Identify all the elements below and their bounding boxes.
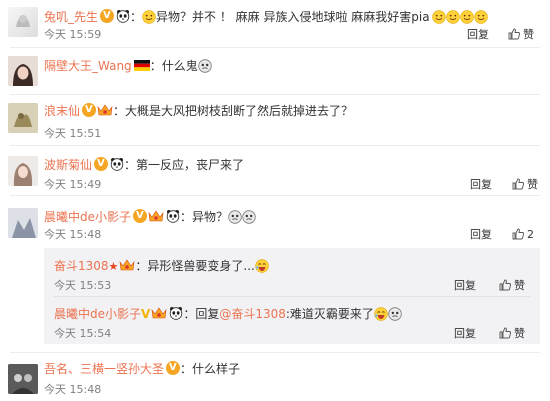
like-button[interactable]: 2 bbox=[512, 228, 534, 242]
like-button[interactable]: 赞 bbox=[499, 279, 525, 293]
avatar[interactable] bbox=[8, 56, 38, 86]
comment-text: ：回复 bbox=[183, 307, 220, 321]
reply-button[interactable]: 回复 bbox=[470, 178, 492, 192]
thumbs-up-icon bbox=[499, 279, 511, 291]
mention-link[interactable]: @奋斗1308 bbox=[219, 307, 286, 321]
comment-text: ：异物？ bbox=[180, 210, 229, 224]
star-icon: ★ bbox=[108, 260, 119, 273]
verified-badge-icon bbox=[133, 209, 148, 223]
username[interactable]: 兔叽_先生 bbox=[44, 10, 98, 24]
avatar[interactable] bbox=[8, 103, 38, 133]
verified-badge-icon bbox=[166, 361, 181, 375]
comment-item: 兔叽_先生：异物？并不 ！ 麻麻 异族入侵地球啦 麻麻我好害pia 今天 15:… bbox=[0, 0, 550, 48]
comment-text: 异物？并不 ！ 麻麻 异族入侵地球啦 麻麻我好害pia bbox=[156, 10, 430, 24]
reply-thread: 奋斗1308★ ：异形怪兽要变身了... 今天 15:53 回复 赞 晨曦中de小… bbox=[44, 248, 540, 344]
reply-button[interactable]: 回复 bbox=[470, 228, 492, 242]
username[interactable]: 吾名、三横一竖孙大圣 bbox=[44, 362, 164, 376]
avatar[interactable] bbox=[8, 364, 38, 394]
emoji-smile-icon bbox=[430, 10, 488, 24]
comment-text: ：什么样子 bbox=[180, 362, 241, 376]
comment-text: ：异形怪兽要变身了... bbox=[135, 259, 255, 273]
emoji-grey-face-icon bbox=[228, 210, 256, 224]
username[interactable]: 晨曦中de小影子 bbox=[54, 307, 141, 321]
emoji-grey-face-icon bbox=[388, 307, 402, 321]
thumbs-up-icon bbox=[508, 28, 520, 40]
username[interactable]: 奋斗1308 bbox=[54, 259, 109, 273]
comment-text: ：第一反应，丧尸来了 bbox=[124, 158, 245, 172]
timestamp: 今天 15:49 bbox=[44, 178, 102, 191]
thumbs-up-icon bbox=[499, 327, 511, 339]
reply-button[interactable]: 回复 bbox=[454, 327, 476, 341]
reply-button[interactable]: 回复 bbox=[467, 28, 489, 42]
timestamp: 今天 15:53 bbox=[54, 279, 112, 292]
crown-icon bbox=[147, 210, 164, 224]
like-button[interactable]: 赞 bbox=[512, 178, 538, 192]
verified-badge-icon bbox=[82, 103, 97, 117]
username[interactable]: 晨曦中de小影子 bbox=[44, 210, 131, 224]
comment-item: 晨曦中de小影子 ：异物？ 今天 15:48 回复 2 bbox=[0, 196, 550, 248]
crown-icon bbox=[150, 307, 167, 321]
comment-item: 隔壁大王_Wang ：什么鬼 bbox=[0, 48, 550, 95]
comment-text: ：什么鬼 bbox=[149, 59, 198, 73]
emoji-smile-icon bbox=[142, 10, 156, 24]
timestamp: 今天 15:48 bbox=[44, 228, 102, 241]
avatar[interactable] bbox=[8, 7, 38, 37]
username[interactable]: 波斯菊仙 bbox=[44, 158, 92, 172]
timestamp: 今天 15:54 bbox=[54, 327, 112, 340]
like-button[interactable]: 赞 bbox=[499, 327, 525, 341]
panda-icon bbox=[164, 210, 180, 224]
emoji-laugh-icon bbox=[255, 259, 269, 273]
emoji-laugh-icon bbox=[374, 307, 388, 321]
panda-icon bbox=[108, 158, 124, 172]
thumbs-up-icon bbox=[512, 178, 524, 190]
comment-item: 波斯菊仙 ：第一反应，丧尸来了 今天 15:49 回复 赞 bbox=[0, 146, 550, 196]
like-label: 赞 bbox=[514, 279, 525, 292]
comment-item: 吾名、三横一竖孙大圣 ：什么样子 今天 15:48 bbox=[0, 354, 550, 401]
verified-badge-icon bbox=[100, 9, 115, 23]
verified-badge-icon bbox=[94, 157, 109, 171]
reply-button[interactable]: 回复 bbox=[454, 279, 476, 293]
timestamp: 今天 15:48 bbox=[44, 383, 102, 396]
username[interactable]: 隔壁大王_Wang bbox=[44, 59, 132, 73]
panda-icon bbox=[114, 10, 130, 24]
divider bbox=[54, 296, 530, 297]
crown-icon bbox=[118, 259, 135, 273]
germany-flag-icon bbox=[132, 59, 150, 73]
timestamp: 今天 15:51 bbox=[44, 127, 102, 140]
emoji-grey-face-icon bbox=[198, 59, 212, 73]
like-label: 赞 bbox=[523, 28, 534, 41]
comment-text: ：大概是大风把树枝刮断了然后就掉进去了？ bbox=[113, 104, 354, 118]
thumbs-up-icon bbox=[512, 228, 524, 240]
crown-icon bbox=[96, 104, 113, 118]
like-label: 2 bbox=[527, 228, 534, 241]
comment-item: 浪末仙 ：大概是大风把树枝刮断了然后就掉进去了？ 今天 15:51 bbox=[0, 95, 550, 146]
avatar[interactable] bbox=[8, 156, 38, 186]
username[interactable]: 浪末仙 bbox=[44, 104, 80, 118]
timestamp: 今天 15:59 bbox=[44, 28, 102, 41]
comment-text: :难道灭霸要来了 bbox=[285, 307, 374, 321]
like-label: 赞 bbox=[527, 178, 538, 191]
avatar[interactable] bbox=[8, 208, 38, 238]
like-button[interactable]: 赞 bbox=[508, 28, 534, 42]
panda-icon bbox=[167, 307, 183, 321]
gold-v-icon: V bbox=[141, 307, 151, 321]
like-label: 赞 bbox=[514, 327, 525, 340]
divider bbox=[10, 352, 540, 353]
